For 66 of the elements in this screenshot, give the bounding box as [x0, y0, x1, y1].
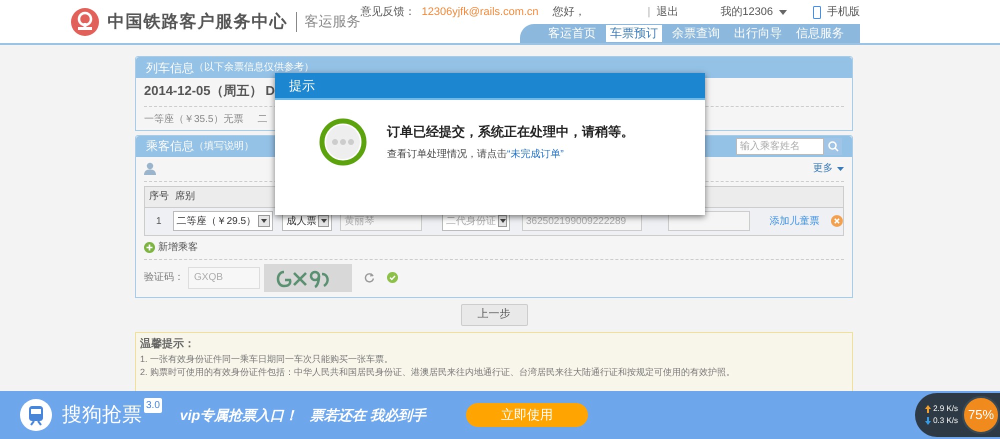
- site-title: 中国铁路客户服务中心: [108, 10, 288, 33]
- upload-arrow-icon: [925, 405, 932, 413]
- promo-slogan: 票若还在 我必到手: [310, 406, 426, 424]
- remove-icon[interactable]: [831, 215, 844, 227]
- seat-availability: 一等座（￥35.5）无票: [144, 112, 244, 126]
- dropdown-caret-icon: [260, 219, 267, 223]
- use-now-button[interactable]: 立即使用: [466, 403, 588, 427]
- train-code: D: [266, 82, 275, 100]
- add-icon[interactable]: [144, 242, 155, 252]
- greeting-text: 您好，: [552, 4, 586, 20]
- passenger-search-field[interactable]: 输入乘客姓名: [736, 138, 824, 154]
- dialog-message: 订单已经提交，系统正在处理中，请稍等。: [387, 122, 634, 141]
- promo-slogan: vip专属抢票入口！: [180, 406, 298, 425]
- dropdown-caret-icon: [320, 219, 327, 223]
- back-button[interactable]: 上一步: [460, 304, 528, 326]
- train-app-icon: [20, 399, 52, 431]
- panel-note[interactable]: （填写说明）: [194, 138, 254, 154]
- dialog-title: 提示: [289, 76, 315, 95]
- row-number: 1: [155, 214, 163, 228]
- usage-percent: 75%: [968, 406, 994, 424]
- train-date: 2014-12-05（周五）: [144, 82, 262, 100]
- column-header: 序号: [149, 190, 169, 204]
- version-badge: 3.0: [144, 398, 162, 412]
- column-header: 席别: [175, 190, 195, 204]
- add-passenger-link[interactable]: 新增乘客: [158, 240, 198, 254]
- add-child-ticket-link[interactable]: 添加儿童票: [769, 214, 820, 228]
- more-link[interactable]: 更多: [813, 161, 833, 176]
- loading-icon: [319, 118, 367, 166]
- panel-note[interactable]: （以下余票信息仅供参考）: [194, 60, 314, 75]
- user-icon: [144, 162, 156, 175]
- dropdown-caret-icon: [500, 219, 506, 223]
- caret-icon[interactable]: [837, 166, 844, 170]
- logout-link[interactable]: 退出: [656, 4, 678, 20]
- panel-title: 乘客信息: [146, 138, 194, 155]
- tip-text: 2. 购票时可使用的有效身份证件包括：中华人民共和国居民身份证、港澳居民来往内地通行证、台湾居民来往大陆通行证和按规定可使用的有效护照。: [140, 366, 736, 378]
- dialog-hint: 查看订单处理情况，请点击: [387, 149, 507, 160]
- site-subtitle: 客运服务: [304, 13, 361, 31]
- caret-icon[interactable]: [779, 10, 787, 14]
- download-arrow-icon: [925, 417, 932, 425]
- tips-title: 温馨提示：: [140, 336, 196, 352]
- input-field[interactable]: [668, 211, 750, 231]
- tip-text: 1. 一张有效身份证件同一乘车日期同一车次只能购买一张车票。: [140, 353, 394, 365]
- separator: |: [648, 4, 650, 20]
- nav-tab[interactable]: 车票预订: [606, 25, 662, 42]
- nav-tab[interactable]: 信息服务: [792, 25, 848, 42]
- app-name: 搜狗抢票: [62, 403, 142, 428]
- search-icon: [828, 140, 838, 152]
- search-button[interactable]: [824, 138, 842, 154]
- mobile-link[interactable]: 手机版: [827, 4, 860, 20]
- feedback-label: 意见反馈：: [360, 4, 416, 20]
- railway-logo-icon: [70, 6, 100, 36]
- my-account-link[interactable]: 我的12306: [720, 4, 773, 20]
- refresh-icon[interactable]: [364, 272, 375, 283]
- download-speed: 0.3 K/s: [933, 415, 958, 427]
- nav-tab[interactable]: 客运首页: [544, 25, 600, 42]
- seat-availability: 二: [257, 112, 268, 126]
- unfinished-orders-link[interactable]: “未完成订单”: [507, 149, 564, 160]
- panel-title: 列车信息: [146, 60, 194, 76]
- captcha-label: 验证码：: [144, 271, 184, 285]
- seat-select[interactable]: 二等座（￥29.5）: [172, 211, 273, 231]
- upload-speed: 2.9 K/s: [933, 403, 958, 415]
- feedback-email-link[interactable]: 12306yjfk@rails.com.cn: [422, 4, 539, 20]
- phone-icon: [813, 6, 821, 18]
- nav-tab[interactable]: 余票查询: [668, 25, 724, 42]
- nav-tab[interactable]: 出行向导: [730, 25, 786, 42]
- captcha-field[interactable]: GXQB: [188, 266, 260, 288]
